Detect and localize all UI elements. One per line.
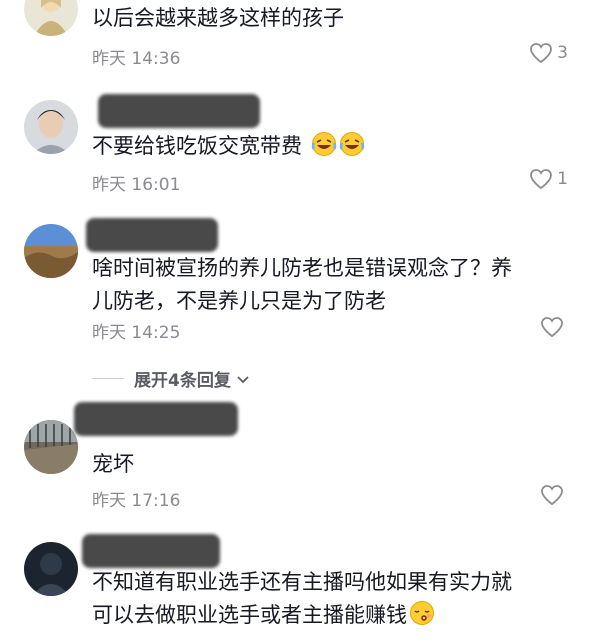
username-redacted [74,402,238,436]
like-count: 3 [557,43,568,63]
comment-time: 昨天 14:25 [92,323,181,343]
like-button[interactable]: 3 [529,42,568,64]
like-button[interactable] [540,316,568,338]
sleepy-kiss-emoji-icon [410,601,434,625]
avatar[interactable] [24,100,78,154]
avatar[interactable] [24,542,78,596]
like-button[interactable]: 1 [529,168,568,190]
avatar[interactable] [24,0,78,36]
username-redacted [82,534,220,568]
comment-text: 啥时间被宣扬的养儿防老也是错误观念了？养 儿防老，不是养儿只是为了防老 [92,256,512,313]
avatar[interactable] [24,420,78,474]
heart-icon [541,317,563,338]
comment-text: 宠坏 [92,452,134,476]
laughing-crying-emoji-icon [311,132,336,156]
comment-time: 昨天 14:36 [92,49,181,69]
comment-text: 不要给钱吃饭交宽带费 [92,130,562,163]
expand-replies-button[interactable]: 展开4条回复 [92,366,251,391]
avatar[interactable] [24,224,78,278]
expand-replies-label: 展开4条回复 [134,371,231,391]
like-button[interactable] [540,484,568,506]
comment-time: 昨天 17:16 [92,491,181,511]
username-redacted [86,218,218,252]
comment-text: 以后会越来越多这样的孩子 [92,6,344,30]
divider [92,378,124,379]
heart-icon [530,169,553,190]
heart-icon [541,485,563,506]
like-count: 1 [557,169,568,189]
comment-time: 昨天 16:01 [92,175,181,195]
comment-text: 不知道有职业选手还有主播吗他如果有实力就 可以去做职业选手或者主播能赚钱 [92,570,512,627]
chevron-down-icon [237,375,249,383]
username-redacted [98,94,260,128]
laughing-crying-emoji-icon [339,132,364,156]
heart-icon [530,43,553,64]
